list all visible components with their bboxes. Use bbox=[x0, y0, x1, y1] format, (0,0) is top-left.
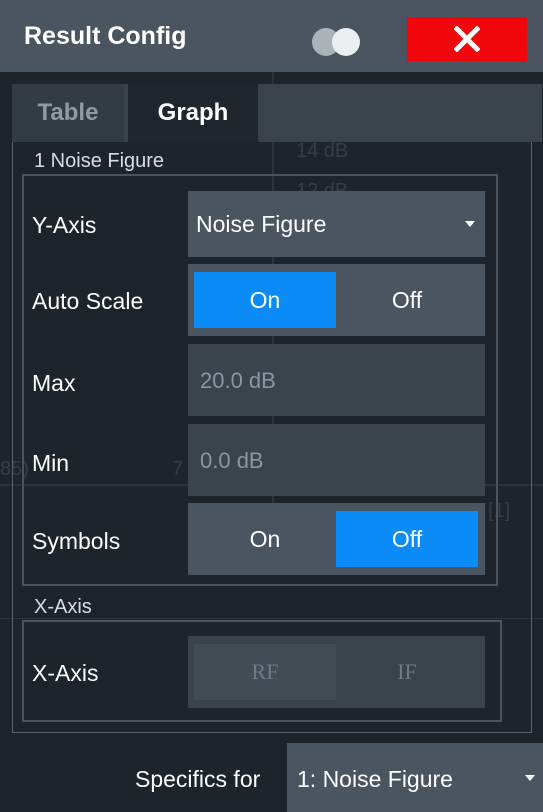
max-label: Max bbox=[32, 370, 76, 396]
specifics-for-label: Specifics for bbox=[135, 766, 261, 792]
dialog-titlebar: Result Config bbox=[0, 0, 543, 72]
tab-table[interactable]: Table bbox=[12, 84, 124, 142]
min-value: 0.0 dB bbox=[200, 448, 264, 473]
auto-scale-on-button[interactable]: On bbox=[194, 272, 336, 328]
tab-bar: Table Graph bbox=[12, 84, 542, 142]
x-axis-rf-button[interactable]: RF bbox=[194, 644, 336, 700]
symbols-on-button[interactable]: On bbox=[194, 511, 336, 567]
dialog-title: Result Config bbox=[24, 22, 187, 50]
auto-scale-toggle: On Off bbox=[188, 264, 485, 336]
specifics-value: 1: Noise Figure bbox=[297, 766, 453, 792]
symbols-off-button[interactable]: Off bbox=[336, 511, 478, 567]
symbols-toggle: On Off bbox=[188, 503, 485, 575]
tab-graph[interactable]: Graph bbox=[128, 84, 258, 142]
close-icon bbox=[454, 26, 480, 52]
max-field[interactable]: 20.0 dB bbox=[188, 344, 485, 416]
noise-figure-section-label: 1 Noise Figure bbox=[34, 150, 165, 172]
symbols-label: Symbols bbox=[32, 528, 121, 554]
chevron-down-icon bbox=[465, 221, 475, 227]
x-axis-section-label: X-Axis bbox=[34, 596, 92, 618]
x-axis-if-button[interactable]: IF bbox=[336, 644, 478, 700]
y-axis-dropdown[interactable]: Noise Figure bbox=[188, 191, 485, 257]
display-toggle-icon[interactable] bbox=[312, 28, 364, 56]
x-axis-toggle: RF IF bbox=[188, 636, 485, 708]
y-axis-value: Noise Figure bbox=[196, 211, 327, 237]
y-axis-label: Y-Axis bbox=[32, 212, 97, 238]
min-field[interactable]: 0.0 dB bbox=[188, 424, 485, 496]
auto-scale-label: Auto Scale bbox=[32, 288, 144, 314]
chevron-down-icon bbox=[525, 775, 535, 781]
max-value: 20.0 dB bbox=[200, 368, 276, 393]
min-label: Min bbox=[32, 450, 70, 476]
close-button[interactable] bbox=[407, 17, 527, 61]
specifics-dropdown[interactable]: 1: Noise Figure bbox=[287, 743, 543, 812]
auto-scale-off-button[interactable]: Off bbox=[336, 272, 478, 328]
x-axis-label: X-Axis bbox=[32, 660, 99, 686]
